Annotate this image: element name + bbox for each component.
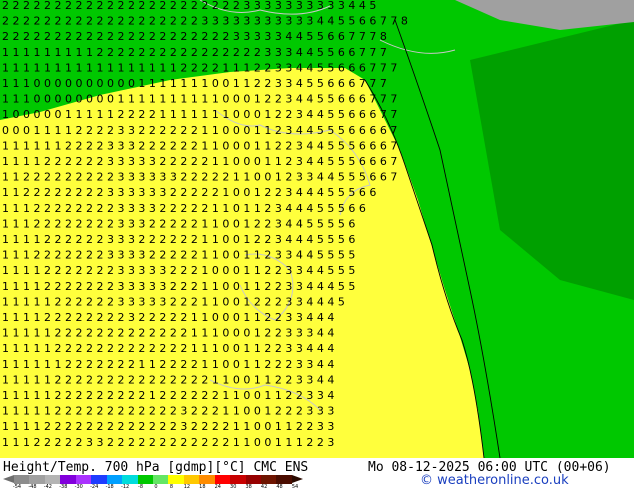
legend-arrow-left-icon: [3, 475, 14, 483]
legend-tick-label: 48: [276, 484, 283, 490]
legend-swatch: [214, 475, 231, 484]
legend-swatch: [276, 475, 292, 484]
value-label-row: 1 1 1 2 2 2 2 2 2 2 3 3 3 3 2 2 2 2 2 1 …: [2, 249, 355, 262]
value-label-row: 1 1 1 1 1 2 2 2 2 2 2 2 2 2 2 2 2 2 1 1 …: [2, 342, 334, 355]
legend-swatch: [14, 475, 30, 484]
legend-tick-label: -18: [105, 484, 114, 490]
value-label-row: 1 1 1 1 1 2 2 2 2 2 2 3 3 3 3 3 2 2 2 1 …: [2, 295, 345, 308]
legend-swatch: [183, 475, 200, 484]
legend-swatch: [168, 475, 184, 484]
legend-swatch: [230, 475, 246, 484]
value-label-row: 1 1 1 1 2 2 2 2 2 2 3 3 3 2 2 2 2 2 2 1 …: [2, 233, 355, 246]
legend-tick-label: -54: [12, 484, 22, 490]
value-label-row: 1 1 1 1 1 2 2 2 2 2 2 2 2 2 2 2 2 2 1 1 …: [2, 327, 334, 340]
legend-swatch: [137, 475, 153, 484]
value-label-row: 1 1 1 2 2 2 2 2 2 2 2 3 3 3 3 2 2 2 2 2 …: [2, 202, 366, 215]
value-label-row: 1 0 0 0 0 0 1 1 1 1 1 2 2 2 2 1 1 1 1 1 …: [2, 108, 397, 121]
legend-swatch: [152, 475, 169, 484]
value-label-row: 1 1 1 1 2 2 2 2 2 2 3 3 3 3 3 2 2 2 2 2 …: [2, 155, 397, 168]
legend-swatch: [199, 475, 215, 484]
legend-tick-label: -38: [59, 484, 68, 490]
value-label-row: 2 2 2 2 2 2 2 2 2 2 2 2 2 2 2 2 2 2 2 2 …: [2, 0, 376, 12]
legend-tick-label: -30: [74, 484, 83, 490]
value-label-row: 2 2 2 2 2 2 2 2 2 2 2 2 2 2 2 2 2 2 2 2 …: [2, 30, 387, 43]
legend-tick-label: 54: [291, 484, 299, 490]
value-label-row: 1 1 1 0 0 0 0 0 0 0 0 1 1 1 1 1 1 1 1 1 …: [2, 93, 397, 106]
value-label-row: 2 2 2 2 2 2 2 2 2 2 2 2 2 2 2 2 2 2 2 3 …: [2, 15, 408, 28]
legend-tick-label: -8: [138, 484, 144, 490]
credit-text: © weatheronline.co.uk: [420, 473, 569, 488]
value-label-row: 0 0 0 1 1 1 1 2 2 2 2 3 3 2 2 2 2 2 2 1 …: [2, 124, 397, 137]
legend-tick-label: -12: [121, 484, 130, 490]
legend-swatch: [261, 475, 277, 484]
legend-tick-label: 12: [183, 484, 191, 490]
value-label-row: 1 1 1 1 1 2 2 2 2 2 2 2 2 2 2 2 2 3 2 2 …: [2, 405, 334, 418]
value-label-row: 1 1 1 1 1 2 2 2 2 2 2 2 2 2 2 2 2 2 2 2 …: [2, 373, 334, 386]
value-label-row: 1 1 1 1 1 1 1 1 1 2 2 2 2 2 2 2 2 2 2 2 …: [2, 46, 387, 59]
legend-swatch: [106, 475, 123, 484]
value-label-row: 1 1 1 1 1 1 2 2 2 2 3 3 3 2 2 2 2 2 2 1 …: [2, 139, 397, 152]
legend-swatch: [60, 475, 76, 484]
value-label-row: 1 1 1 0 0 0 0 0 0 0 0 0 0 1 1 1 1 1 1 1 …: [2, 77, 387, 90]
legend-swatch: [122, 475, 138, 484]
legend-tick-label: 42: [260, 484, 268, 490]
color-legend: [14, 475, 292, 484]
value-label-row: 1 1 1 1 1 2 2 2 2 2 2 2 2 2 1 2 2 2 2 2 …: [2, 389, 334, 402]
legend-swatch: [245, 475, 261, 484]
value-label-row: 1 1 1 1 2 2 2 2 2 2 2 3 3 3 3 3 2 2 2 1 …: [2, 264, 355, 277]
legend-tick-label: 30: [230, 484, 237, 490]
value-label-row: 1 1 1 2 2 2 2 2 3 3 2 2 2 2 2 2 2 2 2 2 …: [2, 436, 334, 449]
legend-tick-label: 38: [245, 484, 252, 490]
footer-bar: Height/Temp. 700 hPa [gdmp][°C] CMC ENS …: [0, 458, 634, 490]
value-label-row: 1 1 1 1 2 2 2 2 2 2 2 3 3 3 3 3 2 2 2 1 …: [2, 280, 355, 293]
value-label-row: 1 1 1 1 1 1 2 2 2 2 2 2 2 1 1 2 2 2 2 1 …: [2, 358, 334, 371]
legend-ticks: -54 -48 -42 -38 -30 -24 -18 -12 -8 0 8 12 18 24 30 38 42…: [12, 484, 304, 490]
value-label-row: 1 1 2 2 2 2 2 2 2 2 3 3 3 3 3 3 2 2 2 2 …: [2, 186, 376, 199]
value-label-row: 1 1 1 2 2 2 2 2 2 2 2 3 3 3 2 2 2 2 2 1 …: [2, 217, 355, 230]
map-title: Height/Temp. 700 hPa [gdmp][°C] CMC ENS: [3, 460, 309, 475]
value-label-row: 1 1 1 1 2 2 2 2 2 2 2 2 2 2 2 2 2 3 2 2 …: [2, 420, 334, 433]
legend-tick-label: 18: [199, 484, 206, 490]
legend-swatch: [29, 475, 45, 484]
legend-tick-label: -24: [90, 484, 99, 490]
legend-tick-label: 0: [154, 484, 158, 490]
value-label-row: 1 1 1 1 2 2 2 2 2 2 2 2 3 2 2 2 2 2 1 1 …: [2, 311, 334, 324]
legend-tick-label: -42: [43, 484, 52, 490]
legend-swatch: [44, 475, 61, 484]
legend-tick-label: 8: [169, 484, 174, 490]
legend-tick-label: -48: [28, 484, 37, 490]
weather-map: 2 2 2 2 2 2 2 2 2 2 2 2 2 2 2 2 2 2 2 2 …: [0, 0, 634, 458]
legend-tick-label: 24: [214, 484, 221, 490]
value-label-row: 1 1 1 1 1 1 1 1 1 1 1 1 1 1 1 1 1 2 2 2 …: [2, 61, 397, 74]
value-label-row: 1 1 2 2 2 2 2 2 2 2 2 3 3 3 3 3 3 2 2 2 …: [2, 171, 397, 184]
legend-arrow-right-icon: [292, 475, 303, 483]
legend-swatch: [91, 475, 107, 484]
legend-swatch: [75, 475, 92, 484]
